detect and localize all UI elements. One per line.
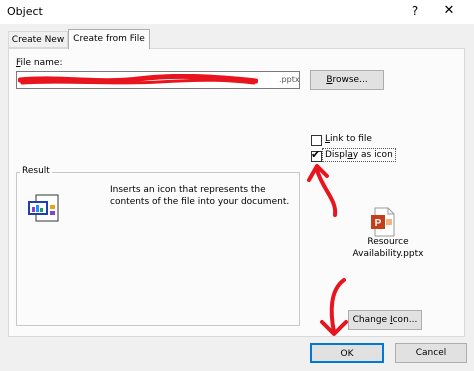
- title-bar: [0, 0, 474, 24]
- file-name-suffix: .pptx: [279, 75, 300, 84]
- tab-create-from-file[interactable]: Create from File: [68, 29, 150, 49]
- tab-create-new[interactable]: Create New: [8, 31, 68, 48]
- file-name-label: File name:: [16, 58, 63, 68]
- browse-button[interactable]: Browse...: [310, 70, 384, 90]
- redaction-scribble: [18, 74, 258, 85]
- close-button[interactable]: ✕: [438, 2, 460, 20]
- cancel-button[interactable]: Cancel: [395, 343, 467, 363]
- result-legend: Result: [20, 166, 52, 176]
- dialog-title: Object: [7, 5, 43, 18]
- powerpoint-file-icon: P: [371, 207, 395, 237]
- embedded-object-icon: [28, 194, 59, 222]
- link-to-file-label: Link to file: [325, 134, 372, 144]
- help-button[interactable]: ?: [404, 2, 426, 20]
- result-description: Inserts an icon that represents the cont…: [110, 185, 290, 207]
- display-as-icon-label: Display as icon: [322, 148, 396, 162]
- ok-button[interactable]: OK: [310, 343, 384, 363]
- icon-caption-line1: Resource: [367, 237, 409, 247]
- svg-text:P: P: [375, 218, 382, 229]
- change-icon-button[interactable]: Change Icon...: [348, 310, 422, 330]
- link-to-file-checkbox[interactable]: [311, 135, 322, 146]
- icon-caption-line2: Availability.pptx: [352, 249, 424, 259]
- icon-caption: Resource Availability.pptx: [348, 236, 428, 260]
- checkmark-icon: ✔: [311, 148, 321, 161]
